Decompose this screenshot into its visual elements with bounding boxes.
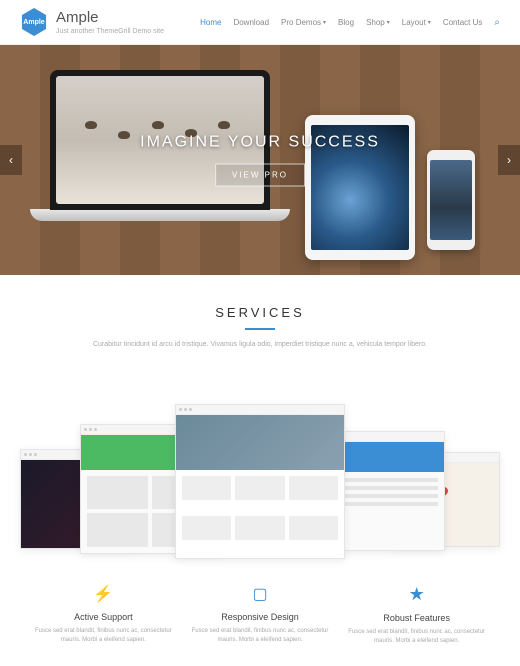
site-header: Ample Ample Just another ThemeGrill Demo… <box>0 0 520 45</box>
nav-blog[interactable]: Blog <box>338 18 354 27</box>
feature-desc: Fusce sed erat blandit, finibus nunc ac,… <box>25 627 182 645</box>
hero-cta-button[interactable]: VIEW PRO <box>215 164 305 187</box>
template-mockups <box>20 399 500 559</box>
services-title: SERVICES <box>20 305 500 320</box>
bolt-icon: ⚡ <box>25 584 182 604</box>
slider-prev-button[interactable]: ‹ <box>0 145 22 175</box>
feature-support: ⚡ Active Support Fusce sed erat blandit,… <box>25 584 182 646</box>
feature-title: Active Support <box>25 612 182 622</box>
nav-shop[interactable]: Shop▾ <box>366 18 390 27</box>
nav-layout[interactable]: Layout▾ <box>402 18 431 27</box>
chevron-down-icon: ▾ <box>387 19 390 26</box>
logo-tagline: Just another ThemeGrill Demo site <box>56 28 164 35</box>
feature-responsive: ▢ Responsive Design Fusce sed erat bland… <box>182 584 339 646</box>
nav-home[interactable]: Home <box>200 18 221 27</box>
feature-desc: Fusce sed erat blandit, finibus nunc ac,… <box>338 628 495 646</box>
star-icon: ★ <box>338 584 495 605</box>
feature-desc: Fusce sed erat blandit, finibus nunc ac,… <box>182 627 339 645</box>
feature-title: Responsive Design <box>182 612 339 622</box>
hero-slider: IMAGINE YOUR SUCCESS VIEW PRO ‹ › <box>0 45 520 275</box>
hero-content: IMAGINE YOUR SUCCESS VIEW PRO <box>140 134 380 187</box>
services-subtitle: Curabitur tincidunt id arcu id tristique… <box>20 340 500 351</box>
nav-contact[interactable]: Contact Us <box>443 18 483 27</box>
logo-text: Ample <box>56 9 164 26</box>
main-nav: Home Download Pro Demos▾ Blog Shop▾ Layo… <box>200 17 500 28</box>
feature-title: Robust Features <box>338 613 495 623</box>
slider-next-button[interactable]: › <box>498 145 520 175</box>
mobile-icon: ▢ <box>182 584 339 604</box>
nav-download[interactable]: Download <box>233 18 269 27</box>
feature-robust: ★ Robust Features Fusce sed erat blandit… <box>338 584 495 646</box>
search-icon[interactable]: ⌕ <box>494 17 500 28</box>
logo-icon: Ample <box>20 8 48 36</box>
mockup-3 <box>175 404 345 559</box>
title-underline <box>245 328 275 330</box>
phone-mockup <box>427 150 475 250</box>
logo[interactable]: Ample Ample Just another ThemeGrill Demo… <box>20 8 164 36</box>
chevron-down-icon: ▾ <box>428 19 431 26</box>
features-row: ⚡ Active Support Fusce sed erat blandit,… <box>0 569 520 666</box>
services-section: SERVICES Curabitur tincidunt id arcu id … <box>0 275 520 381</box>
nav-pro-demos[interactable]: Pro Demos▾ <box>281 18 326 27</box>
chevron-down-icon: ▾ <box>323 19 326 26</box>
hero-title: IMAGINE YOUR SUCCESS <box>140 134 380 152</box>
